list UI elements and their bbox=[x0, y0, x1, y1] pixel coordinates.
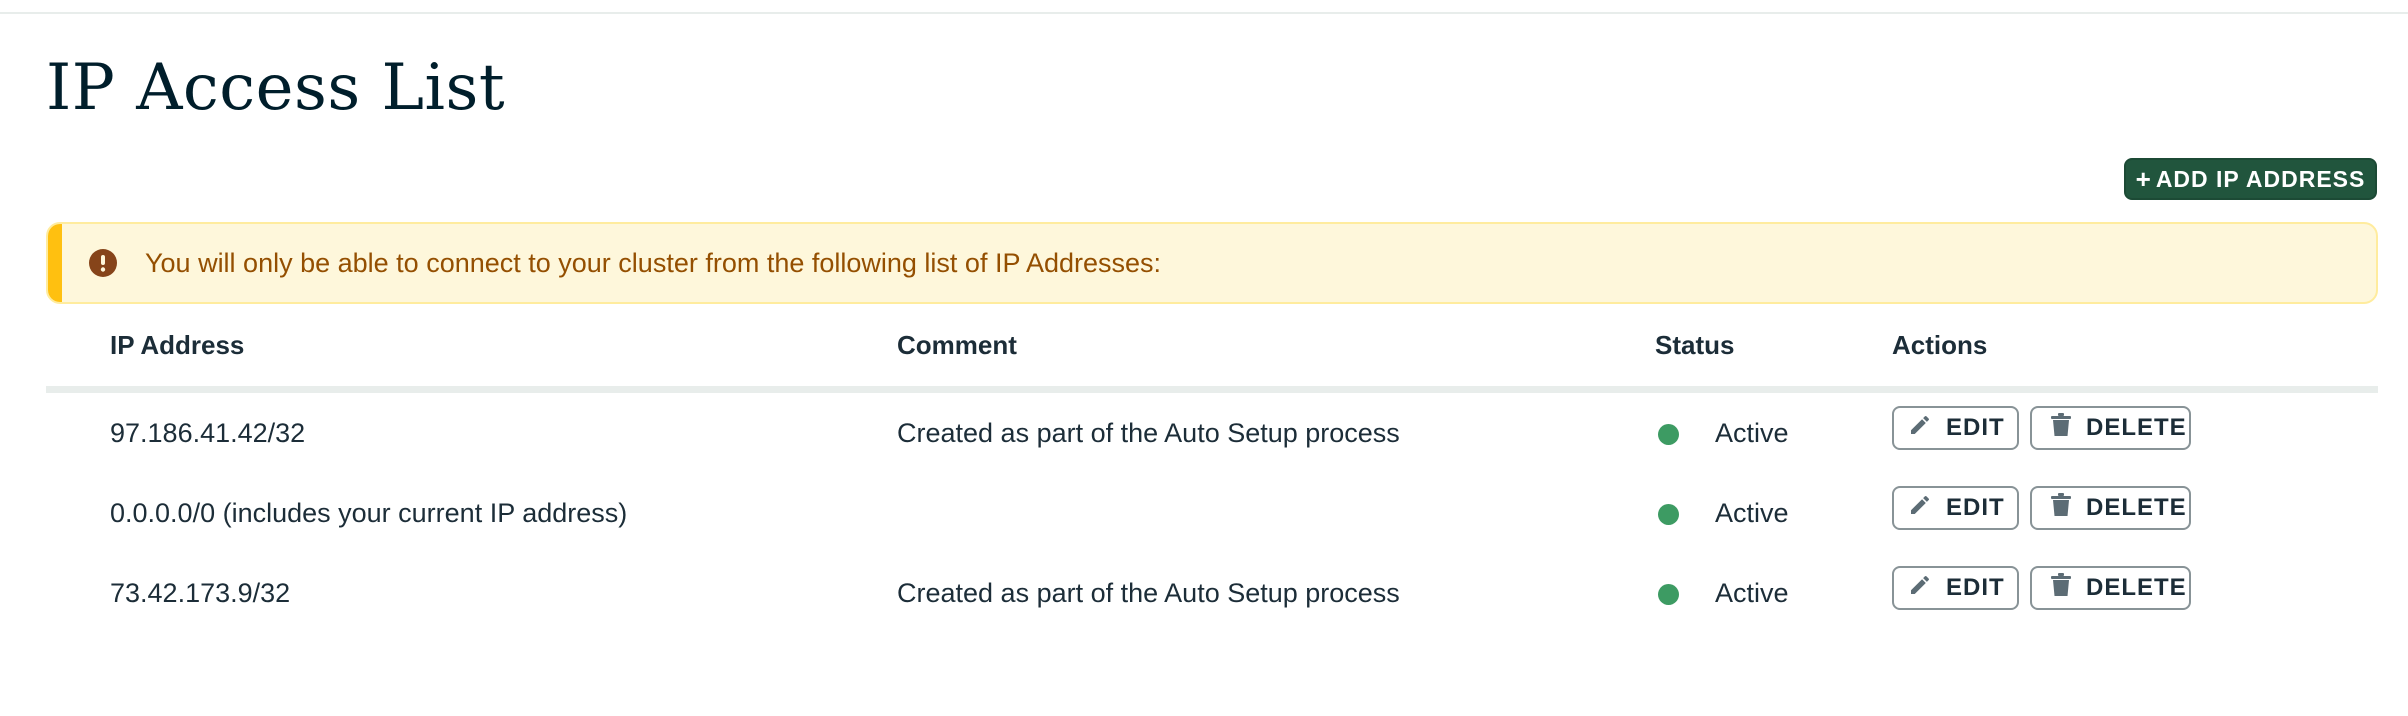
add-ip-address-label: ADD IP ADDRESS bbox=[2155, 165, 2366, 192]
edit-label: EDIT bbox=[1946, 414, 2005, 441]
delete-button[interactable]: DELETE bbox=[2030, 566, 2191, 610]
pencil-icon bbox=[1908, 493, 1932, 524]
add-ip-address-button[interactable]: + ADD IP ADDRESS bbox=[2124, 158, 2377, 200]
status-dot bbox=[1658, 584, 1679, 605]
edit-label: EDIT bbox=[1946, 494, 2005, 521]
comment-cell: Created as part of the Auto Setup proces… bbox=[897, 418, 1400, 448]
status-cell: Active bbox=[1715, 498, 1789, 528]
delete-label: DELETE bbox=[2086, 494, 2187, 521]
delete-button[interactable]: DELETE bbox=[2030, 406, 2191, 450]
info-banner: You will only be able to connect to your… bbox=[46, 222, 2378, 304]
edit-button[interactable]: EDIT bbox=[1892, 566, 2019, 610]
trash-icon bbox=[2050, 492, 2072, 524]
status-cell: Active bbox=[1715, 418, 1789, 448]
header-status: Status bbox=[1655, 330, 1735, 360]
status-cell: Active bbox=[1715, 578, 1789, 608]
plus-icon: + bbox=[2135, 164, 2152, 194]
edit-button[interactable]: EDIT bbox=[1892, 406, 2019, 450]
table-header: IP Address Comment Status Actions bbox=[46, 318, 2378, 390]
comment-cell: Created as part of the Auto Setup proces… bbox=[897, 578, 1400, 608]
delete-button[interactable]: DELETE bbox=[2030, 486, 2191, 530]
banner-text: You will only be able to connect to your… bbox=[145, 248, 1162, 278]
trash-icon bbox=[2050, 412, 2072, 444]
table-row: 73.42.173.9/32 Created as part of the Au… bbox=[46, 554, 2378, 634]
status-dot bbox=[1658, 504, 1679, 525]
delete-label: DELETE bbox=[2086, 574, 2187, 601]
pencil-icon bbox=[1908, 573, 1932, 604]
delete-label: DELETE bbox=[2086, 414, 2187, 441]
edit-button[interactable]: EDIT bbox=[1892, 486, 2019, 530]
table-row: 0.0.0.0/0 (includes your current IP addr… bbox=[46, 474, 2378, 554]
status-dot bbox=[1658, 424, 1679, 445]
ip-address-cell: 0.0.0.0/0 (includes your current IP addr… bbox=[110, 498, 628, 528]
header-actions: Actions bbox=[1892, 330, 1988, 360]
edit-label: EDIT bbox=[1946, 574, 2005, 601]
pencil-icon bbox=[1908, 413, 1932, 444]
table-header-divider bbox=[46, 386, 2378, 393]
header-comment: Comment bbox=[897, 330, 1017, 360]
banner-accent-bar bbox=[48, 224, 62, 302]
warning-icon bbox=[89, 249, 117, 277]
ip-address-cell: 73.42.173.9/32 bbox=[110, 578, 291, 608]
ip-address-cell: 97.186.41.42/32 bbox=[110, 418, 306, 448]
top-divider bbox=[0, 12, 2408, 14]
page-title: IP Access List bbox=[46, 51, 506, 125]
header-ip-address: IP Address bbox=[110, 330, 245, 360]
trash-icon bbox=[2050, 572, 2072, 604]
table-row: 97.186.41.42/32 Created as part of the A… bbox=[46, 394, 2378, 474]
